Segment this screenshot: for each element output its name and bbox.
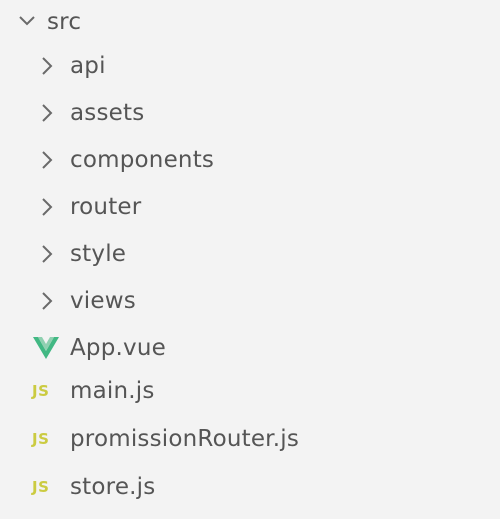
chevron-right-icon (41, 244, 53, 264)
file-app-vue[interactable]: App.vue (0, 326, 500, 370)
chevron-right-icon (41, 103, 53, 123)
folder-label: router (70, 194, 142, 220)
file-label: App.vue (70, 335, 166, 361)
file-promission-router-js[interactable]: JS promissionRouter.js (0, 417, 500, 461)
js-icon: JS (32, 430, 50, 448)
chevron-right-icon (41, 291, 53, 311)
folder-label: api (70, 53, 106, 79)
js-icon: JS (32, 478, 50, 496)
folder-label: views (70, 288, 136, 314)
chevron-right-icon (41, 150, 53, 170)
file-store-js[interactable]: JS store.js (0, 465, 500, 509)
folder-src[interactable]: src (0, 0, 500, 44)
file-main-js[interactable]: JS main.js (0, 369, 500, 413)
file-label: store.js (70, 474, 156, 500)
folder-label: components (70, 147, 215, 173)
folder-views[interactable]: views (0, 279, 500, 323)
folder-components[interactable]: components (0, 138, 500, 182)
vue-icon (33, 337, 59, 359)
chevron-down-icon (18, 15, 36, 27)
file-label: main.js (70, 378, 155, 404)
folder-api[interactable]: api (0, 44, 500, 88)
folder-assets[interactable]: assets (0, 91, 500, 135)
file-explorer: src api assets components router style v… (0, 0, 500, 519)
folder-label: style (70, 241, 127, 267)
chevron-right-icon (41, 197, 53, 217)
js-icon: JS (32, 382, 50, 400)
folder-label: src (47, 9, 82, 35)
folder-router[interactable]: router (0, 185, 500, 229)
file-label: promissionRouter.js (70, 426, 300, 452)
folder-style[interactable]: style (0, 232, 500, 276)
folder-label: assets (70, 100, 145, 126)
chevron-right-icon (41, 56, 53, 76)
